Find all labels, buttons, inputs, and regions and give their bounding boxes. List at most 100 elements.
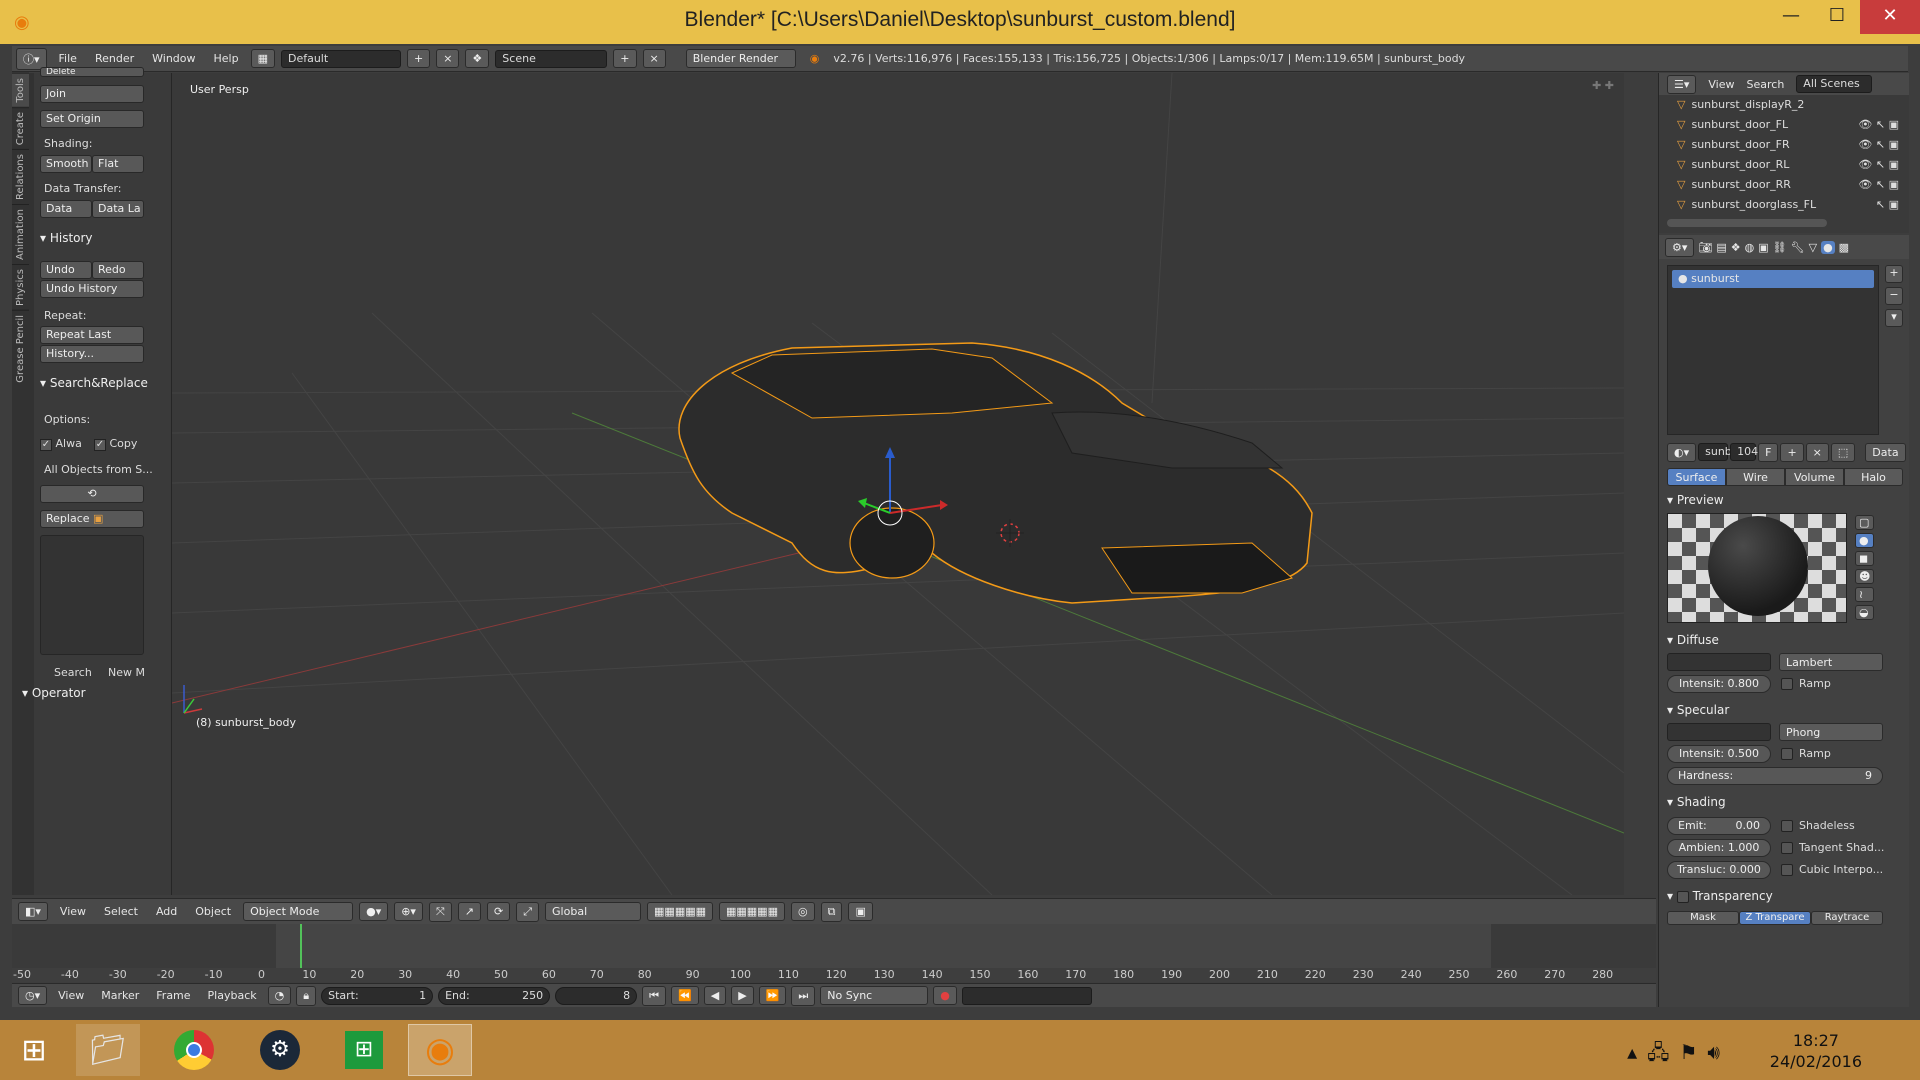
file-explorer-icon[interactable]: 📁︎ xyxy=(76,1024,140,1076)
menu-view-timeline[interactable]: View xyxy=(52,989,90,1002)
manipulator-icon[interactable]: ⤧ xyxy=(428,901,452,922)
always-checkbox[interactable]: ✓ Alwa xyxy=(40,437,82,451)
transform-orientation-select[interactable]: Global xyxy=(545,902,642,921)
material-users-count[interactable]: 104 xyxy=(1730,443,1758,461)
keying-set-field[interactable] xyxy=(961,986,1092,1005)
refresh-icon[interactable]: ⟲ xyxy=(40,485,144,503)
specular-intensity-field[interactable]: Intensit: 0.500 xyxy=(1667,745,1771,763)
history-panel-header[interactable]: ▾ History xyxy=(40,231,93,245)
menu-file[interactable]: File xyxy=(53,52,83,65)
timeline-area[interactable]: -50 -40 -30 -20 -10 0 10 20 30 40 50 60 70 80 90 100 110… xyxy=(12,924,1656,982)
tab-volume[interactable]: Volume xyxy=(1785,468,1844,486)
link-material-icon[interactable]: ⬚ xyxy=(1830,443,1856,462)
remove-slot-button[interactable]: − xyxy=(1885,287,1903,305)
render-engine-select[interactable]: Blender Render xyxy=(685,49,796,68)
data-transfer-button[interactable]: Data xyxy=(40,200,92,218)
sync-mode-select[interactable]: No Sync xyxy=(820,986,929,1005)
material-browse-icon[interactable]: ◐▾ xyxy=(1667,443,1697,462)
next-keyframe-icon[interactable]: ⏩ xyxy=(758,986,787,1005)
repeat-last-button[interactable]: Repeat Last xyxy=(40,326,144,344)
lock-range-icon[interactable]: 🔒︎ xyxy=(296,985,317,1006)
tab-animation[interactable]: Animation xyxy=(12,203,29,264)
chrome-icon[interactable] xyxy=(162,1024,226,1076)
steam-icon[interactable]: ⚙ xyxy=(248,1024,312,1076)
menu-marker[interactable]: Marker xyxy=(95,989,145,1002)
data-layout-button[interactable]: Data La xyxy=(92,200,144,218)
snap-icon[interactable]: ⧉ xyxy=(820,901,843,922)
jump-start-icon[interactable]: ⏮ xyxy=(642,985,667,1006)
preview-range-icon[interactable]: ◔ xyxy=(267,986,292,1005)
add-layout-button[interactable]: + xyxy=(406,49,431,68)
shade-smooth-button[interactable]: Smooth xyxy=(40,155,92,173)
remove-layout-button[interactable]: × xyxy=(436,49,460,68)
search-replace-panel-header[interactable]: ▾ Search&Replace xyxy=(40,376,148,390)
preview-hair-icon[interactable]: ≀ xyxy=(1855,587,1875,602)
material-name-field[interactable]: sunb xyxy=(1698,443,1732,461)
screen-layout-icon[interactable]: ▦ xyxy=(250,49,275,68)
specular-panel-header[interactable]: ▾ Specular xyxy=(1667,703,1729,717)
outliner-view-menu[interactable]: View xyxy=(1708,78,1734,91)
play-reverse-icon[interactable]: ◀ xyxy=(703,986,727,1005)
shade-flat-button[interactable]: Flat xyxy=(92,155,144,173)
viewport-split-icon[interactable]: ✚ ✚ xyxy=(1592,79,1614,92)
texture-tab-icon[interactable]: ▩ xyxy=(1839,241,1849,254)
translucency-field[interactable]: Transluc: 0.000 xyxy=(1667,861,1771,879)
car-body[interactable] xyxy=(678,342,1313,604)
outliner-row[interactable]: ▽ sunburst_door_RL 👁︎ ↖ ▣ xyxy=(1667,155,1899,173)
tab-grease-pencil[interactable]: Grease Pencil xyxy=(12,309,29,387)
tab-z-transparency[interactable]: Z Transpare xyxy=(1739,911,1811,925)
menu-add[interactable]: Add xyxy=(150,905,183,918)
preview-panel-header[interactable]: ▾ Preview xyxy=(1667,493,1724,507)
windows-store-icon[interactable]: ⊞ xyxy=(332,1024,396,1076)
menu-frame[interactable]: Frame xyxy=(150,989,196,1002)
start-frame-field[interactable]: Start: 1 xyxy=(321,986,434,1005)
outliner-row[interactable]: ▽ sunburst_doorglass_FL ↖ ▣ xyxy=(1667,195,1899,213)
start-windows-icon[interactable]: ⊞ xyxy=(2,1024,66,1076)
tab-relations[interactable]: Relations xyxy=(12,148,29,204)
interaction-mode-select[interactable]: Object Mode xyxy=(243,902,354,921)
remove-scene-button[interactable]: × xyxy=(642,49,666,68)
copy-checkbox[interactable]: ✓ Copy xyxy=(94,437,137,451)
diffuse-panel-header[interactable]: ▾ Diffuse xyxy=(1667,633,1719,647)
outliner[interactable]: ☰▾ View Search All Scenes ▽ sunburst_disp… xyxy=(1659,73,1909,233)
material-tab-icon[interactable]: ● xyxy=(1821,240,1835,254)
material-slot-item[interactable]: ● sunburst xyxy=(1672,270,1874,288)
diffuse-color-swatch[interactable] xyxy=(1667,653,1771,671)
taskbar-clock[interactable]: 18:27 24/02/2016 xyxy=(1770,1030,1862,1072)
editor-type-3dview-icon[interactable]: ◧▾ xyxy=(18,902,48,921)
outliner-scrollbar[interactable] xyxy=(1667,219,1827,227)
join-button[interactable]: Join xyxy=(40,85,144,103)
editor-type-properties-icon[interactable]: ⚙▾ xyxy=(1665,237,1695,257)
transparency-checkbox[interactable] xyxy=(1676,890,1689,903)
diffuse-shader-select[interactable]: Lambert xyxy=(1779,653,1883,671)
outliner-display-mode[interactable]: All Scenes xyxy=(1796,75,1873,93)
undo-button[interactable]: Undo xyxy=(40,261,92,279)
jump-end-icon[interactable]: ⏭ xyxy=(791,985,816,1006)
end-frame-field[interactable]: End: 250 xyxy=(438,986,551,1005)
menu-object[interactable]: Object xyxy=(189,905,237,918)
repeat-history-button[interactable]: History... xyxy=(40,345,144,363)
object-tab-icon[interactable]: ▣ xyxy=(1758,241,1768,254)
new-material-button[interactable]: New M xyxy=(108,666,145,679)
material-slot-list[interactable]: ● sunburst xyxy=(1667,265,1879,435)
unlink-material-icon[interactable]: × xyxy=(1805,443,1829,462)
redo-button[interactable]: Redo xyxy=(92,261,144,279)
world-tab-icon[interactable]: ◍ xyxy=(1745,241,1755,254)
search-results-list[interactable] xyxy=(40,535,144,655)
proportional-edit-icon[interactable]: ◎ xyxy=(790,902,815,921)
preview-sky-icon[interactable]: ◒ xyxy=(1855,605,1875,620)
slot-specials-button[interactable]: ▾ xyxy=(1885,309,1903,327)
maximize-button[interactable]: ☐ xyxy=(1814,0,1860,34)
add-scene-button[interactable]: + xyxy=(613,49,637,68)
visibility-eye-icon[interactable]: 👁︎ ↖ ▣ xyxy=(1858,178,1899,191)
shading-panel-header[interactable]: ▾ Shading xyxy=(1667,795,1726,809)
system-tray-icons[interactable]: ▴🖧⚑🔊︎ xyxy=(1627,1038,1730,1072)
link-mode-select[interactable]: Data xyxy=(1865,443,1906,462)
screen-layout-field[interactable]: Default xyxy=(280,49,401,68)
tab-mask[interactable]: Mask xyxy=(1667,911,1739,925)
data-tab-icon[interactable]: ▽ xyxy=(1809,241,1817,254)
specular-color-swatch[interactable] xyxy=(1667,723,1771,741)
specular-ramp-checkbox[interactable] xyxy=(1781,748,1793,760)
tab-tools[interactable]: Tools xyxy=(12,73,29,107)
transparency-panel-header[interactable]: ▾ Transparency xyxy=(1667,889,1773,903)
